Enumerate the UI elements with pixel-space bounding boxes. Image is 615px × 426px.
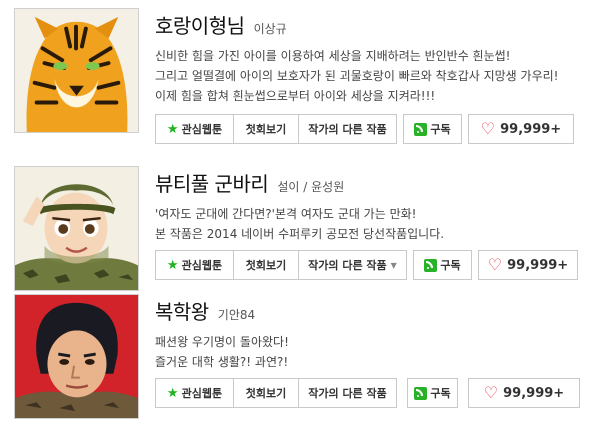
- other-works-label: 작가의 다른 작품: [308, 123, 387, 136]
- description-line: 이제 힘을 합쳐 흰눈썹으로부터 아이와 세상을 지켜라!!!: [155, 89, 436, 103]
- first-episode-label: 첫회보기: [245, 123, 287, 136]
- description-line: 패션왕 우기명이 돌아왔다!: [155, 335, 289, 349]
- like-button[interactable]: ♡ 99,999+: [468, 114, 574, 144]
- action-buttons: ★ 관심웹툰 첫회보기 작가의 다른 작품 구독 ♡ 99,999+: [155, 378, 580, 408]
- description-line: 즐거운 대학 생활?! 과연?!: [155, 355, 289, 369]
- webtoon-thumbnail[interactable]: [14, 166, 139, 291]
- webtoon-author[interactable]: 설이 / 윤성원: [277, 180, 344, 194]
- rss-icon: [424, 258, 438, 272]
- soldier-girl-thumbnail-image: [15, 167, 138, 290]
- caret-down-icon: ▼: [390, 260, 397, 270]
- webtoon-thumbnail[interactable]: [14, 8, 139, 133]
- like-count: 99,999+: [507, 257, 569, 273]
- heart-icon: ♡: [480, 119, 496, 138]
- subscribe-button[interactable]: 구독: [403, 114, 462, 144]
- other-works-button[interactable]: 작가의 다른 작품: [298, 114, 397, 144]
- rss-icon: [414, 386, 428, 400]
- favorite-button[interactable]: ★ 관심웹툰: [155, 250, 234, 280]
- star-icon: ★: [166, 257, 179, 273]
- favorite-button[interactable]: ★ 관심웹툰: [155, 378, 234, 408]
- other-works-label: 작가의 다른 작품: [308, 259, 387, 272]
- webtoon-item: 호랑이형님 이상규 신비한 힘을 가진 아이를 이용하여 세상을 지배하려는 반…: [0, 8, 615, 144]
- first-episode-button[interactable]: 첫회보기: [233, 378, 299, 408]
- favorite-button[interactable]: ★ 관심웹툰: [155, 114, 234, 144]
- subscribe-label: 구독: [440, 259, 461, 272]
- webtoon-title[interactable]: 복학왕: [155, 300, 209, 324]
- heart-icon: ♡: [483, 383, 499, 402]
- webtoon-description: 신비한 힘을 가진 아이를 이용하여 세상을 지배하려는 반인반수 흰눈썹! 그…: [155, 46, 605, 106]
- webtoon-list: 호랑이형님 이상규 신비한 힘을 가진 아이를 이용하여 세상을 지배하려는 반…: [0, 0, 615, 426]
- like-count: 99,999+: [503, 385, 565, 401]
- other-works-button[interactable]: 작가의 다른 작품: [298, 378, 397, 408]
- title-row: 호랑이형님 이상규: [155, 10, 287, 39]
- star-icon: ★: [166, 385, 179, 401]
- webtoon-title[interactable]: 호랑이형님: [155, 14, 245, 38]
- description-line: 신비한 힘을 가진 아이를 이용하여 세상을 지배하려는 반인반수 흰눈썹!: [155, 49, 511, 63]
- subscribe-label: 구독: [430, 387, 451, 400]
- description-line: 그리고 얼떨결에 아이의 보호자가 된 괴물호랑이 빠르와 착호갑사 지망생 가…: [155, 69, 559, 83]
- description-line: 본 작품은 2014 네이버 수퍼루키 공모전 당선작품입니다.: [155, 227, 445, 241]
- like-count: 99,999+: [500, 121, 562, 137]
- rss-icon: [414, 122, 428, 136]
- student-thumbnail-image: [15, 295, 138, 418]
- webtoon-item: 복학왕 기안84 패션왕 우기명이 돌아왔다! 즐거운 대학 생활?! 과연?!…: [0, 294, 615, 424]
- webtoon-author[interactable]: 기안84: [218, 308, 255, 322]
- heart-icon: ♡: [487, 255, 503, 274]
- webtoon-title[interactable]: 뷰티풀 군바리: [155, 172, 269, 196]
- action-buttons: ★ 관심웹툰 첫회보기 작가의 다른 작품 ▼ 구독 ♡ 99,999+: [155, 250, 578, 280]
- subscribe-button[interactable]: 구독: [407, 378, 458, 408]
- other-works-dropdown[interactable]: 작가의 다른 작품 ▼: [298, 250, 407, 280]
- tiger-thumbnail-image: [15, 9, 138, 132]
- first-episode-label: 첫회보기: [245, 387, 287, 400]
- webtoon-thumbnail[interactable]: [14, 294, 139, 419]
- title-row: 복학왕 기안84: [155, 296, 255, 325]
- favorite-label: 관심웹툰: [181, 259, 223, 272]
- first-episode-button[interactable]: 첫회보기: [233, 114, 299, 144]
- description-line: '여자도 군대에 간다면?'본격 여자도 군대 가는 만화!: [155, 207, 417, 221]
- webtoon-item: 뷰티풀 군바리 설이 / 윤성원 '여자도 군대에 간다면?'본격 여자도 군대…: [0, 166, 615, 296]
- other-works-label: 작가의 다른 작품: [308, 387, 387, 400]
- webtoon-description: 패션왕 우기명이 돌아왔다! 즐거운 대학 생활?! 과연?!: [155, 332, 605, 372]
- first-episode-button[interactable]: 첫회보기: [233, 250, 299, 280]
- favorite-label: 관심웹툰: [181, 123, 223, 136]
- title-row: 뷰티풀 군바리 설이 / 윤성원: [155, 168, 344, 197]
- first-episode-label: 첫회보기: [245, 259, 287, 272]
- like-button[interactable]: ♡ 99,999+: [468, 378, 580, 408]
- subscribe-button[interactable]: 구독: [413, 250, 472, 280]
- webtoon-description: '여자도 군대에 간다면?'본격 여자도 군대 가는 만화! 본 작품은 201…: [155, 204, 605, 244]
- favorite-label: 관심웹툰: [181, 387, 223, 400]
- webtoon-author[interactable]: 이상규: [254, 22, 287, 36]
- like-button[interactable]: ♡ 99,999+: [478, 250, 578, 280]
- star-icon: ★: [166, 121, 179, 137]
- subscribe-label: 구독: [430, 123, 451, 136]
- action-buttons: ★ 관심웹툰 첫회보기 작가의 다른 작품 구독 ♡ 99,999+: [155, 114, 574, 144]
